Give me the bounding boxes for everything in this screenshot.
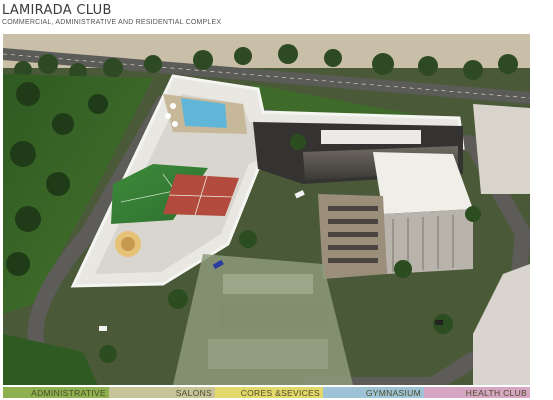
page-title: LAMIRADA CLUB	[2, 3, 112, 18]
legend-bar: ADMINISTRATIVE SALONS CORES &SEVICES GYM…	[3, 387, 530, 400]
site-aerial-illustration	[3, 34, 530, 385]
right-tower	[473, 104, 530, 194]
page-subtitle: COMMERCIAL, ADMINISTRATIVE AND RESIDENTI…	[2, 19, 222, 26]
legend-salons: SALONS	[109, 387, 215, 398]
central-canopy	[321, 130, 421, 144]
aerial-rendering	[3, 34, 530, 385]
legend-health-club: HEALTH CLUB	[424, 387, 530, 398]
header: LAMIRADA CLUB COMMERCIAL, ADMINISTRATIVE…	[0, 0, 553, 34]
legend-cores-services: CORES &SEVICES	[215, 387, 323, 398]
legend-administrative: ADMINISTRATIVE	[3, 387, 109, 398]
legend-gymnasium: GYMNASIUM	[323, 387, 424, 398]
